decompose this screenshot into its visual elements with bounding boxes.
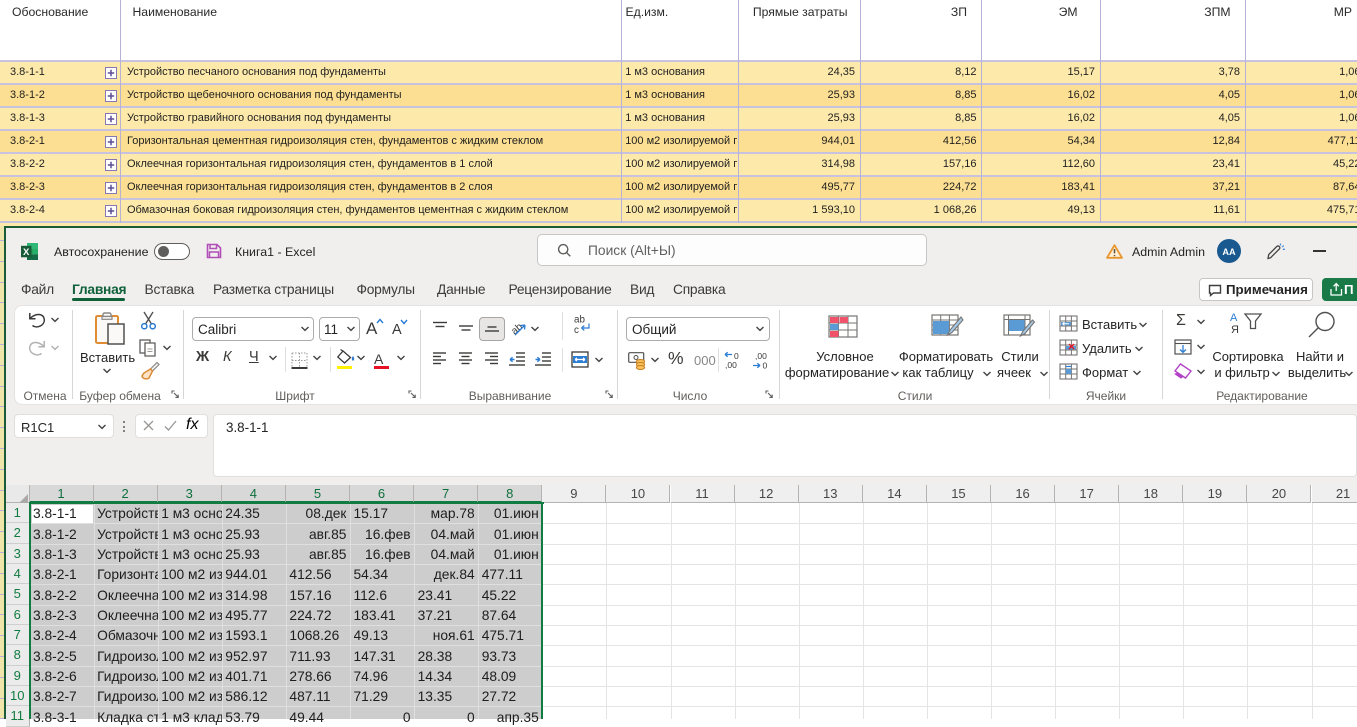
svg-text:,00: ,00 bbox=[755, 351, 767, 361]
svg-text:,00: ,00 bbox=[725, 360, 737, 370]
svg-text:ab: ab bbox=[574, 315, 585, 326]
svg-text:0: 0 bbox=[763, 361, 768, 371]
svg-text:c: c bbox=[574, 325, 579, 335]
svg-text:X: X bbox=[23, 247, 30, 258]
svg-text:ab: ab bbox=[511, 321, 525, 337]
svg-text:Я: Я bbox=[1231, 324, 1239, 336]
svg-text:А: А bbox=[1230, 312, 1238, 324]
